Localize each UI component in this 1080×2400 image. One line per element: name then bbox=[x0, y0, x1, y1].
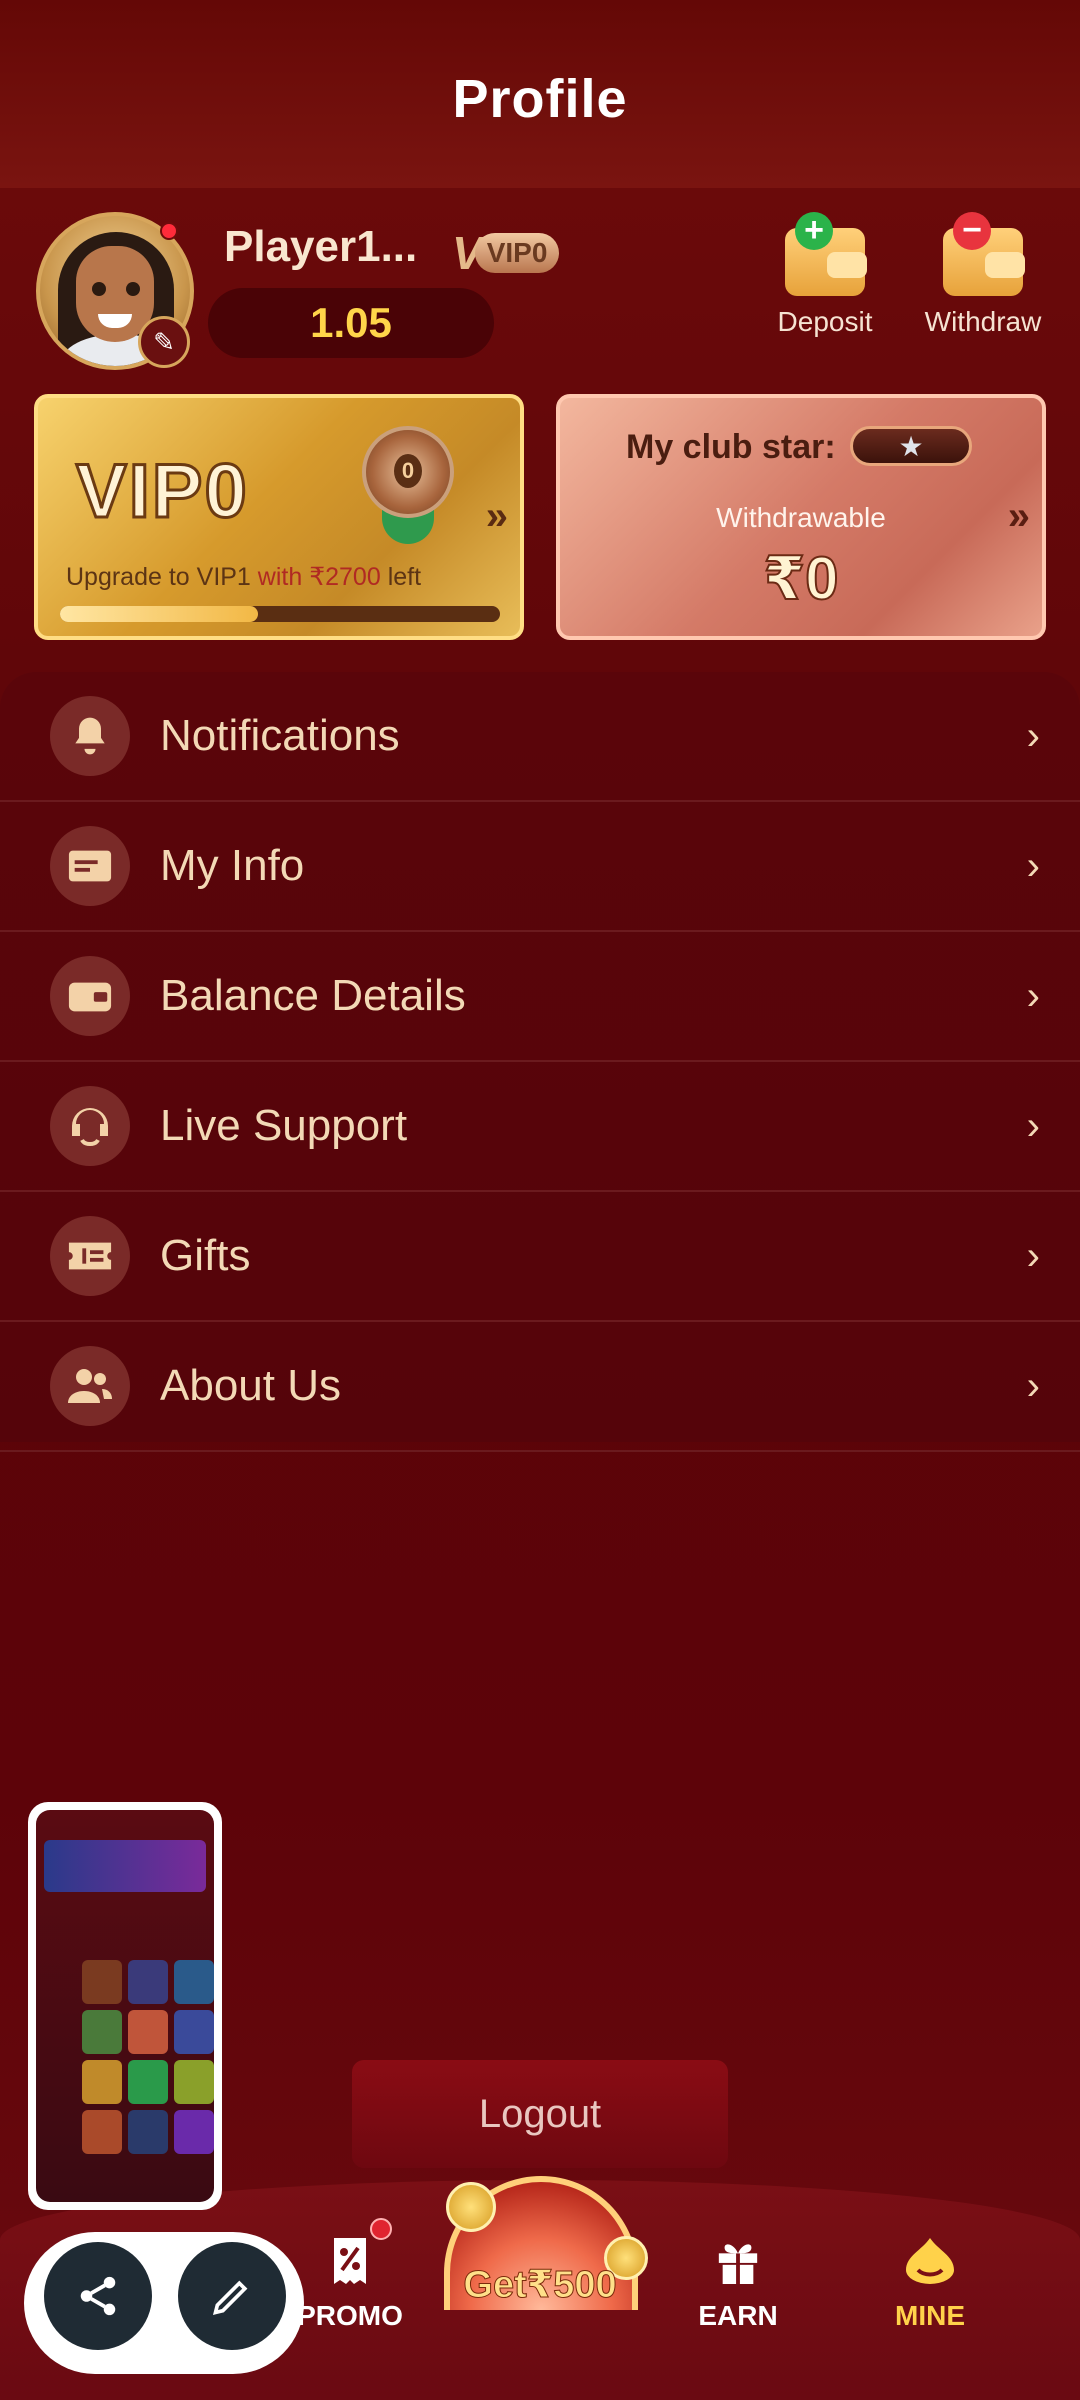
edit-avatar-icon[interactable]: ✎ bbox=[138, 316, 190, 368]
deposit-wallet-icon: + bbox=[785, 212, 867, 296]
screenshot-thumbnail[interactable] bbox=[28, 1802, 222, 2210]
bell-icon bbox=[50, 696, 130, 776]
coin-icon bbox=[446, 2182, 496, 2232]
chevron-right-icon: › bbox=[1026, 843, 1040, 888]
menu-label: Live Support bbox=[160, 1101, 408, 1150]
club-star-card[interactable]: My club star: ★ Withdrawable ₹0 » bbox=[556, 394, 1046, 640]
logout-button[interactable]: Logout bbox=[352, 2060, 728, 2168]
ticket-icon bbox=[50, 1216, 130, 1296]
chevron-right-icon: › bbox=[1026, 1103, 1040, 1148]
vip-progress-bar bbox=[60, 606, 500, 622]
menu-item-about-us[interactable]: About Us › bbox=[0, 1322, 1080, 1452]
header-bar: Profile bbox=[0, 0, 1080, 188]
vip-level-badge: V VIP0 bbox=[452, 227, 584, 279]
nav-label-earn: EARN bbox=[698, 2300, 778, 2331]
chevron-right-icon: › bbox=[1026, 713, 1040, 758]
menu-label: My Info bbox=[160, 841, 305, 890]
deposit-button[interactable]: + Deposit bbox=[750, 212, 900, 338]
double-chevron-icon: » bbox=[485, 494, 508, 538]
withdrawable-amount: ₹0 bbox=[762, 544, 839, 613]
menu-label: Notifications bbox=[160, 711, 400, 760]
withdraw-wallet-icon: − bbox=[943, 212, 1025, 296]
vip-upgrade-text: Upgrade to VIP1 with ₹2700 left bbox=[66, 563, 422, 591]
balance-display: 1.05 bbox=[208, 288, 494, 358]
nav-item-mine[interactable]: MINE bbox=[860, 2236, 1000, 2332]
menu-item-live-support[interactable]: Live Support › bbox=[0, 1062, 1080, 1192]
withdraw-label: Withdraw bbox=[924, 306, 1042, 337]
chevron-right-icon: › bbox=[1026, 973, 1040, 1018]
menu-item-gifts[interactable]: Gifts › bbox=[0, 1192, 1080, 1322]
menu-label: Balance Details bbox=[160, 971, 466, 1020]
nav-label-mine: MINE bbox=[895, 2300, 965, 2331]
promo-badge-dot bbox=[370, 2218, 392, 2240]
chevron-right-icon: › bbox=[1026, 1363, 1040, 1408]
star-icon: ★ bbox=[898, 430, 924, 462]
page-title: Profile bbox=[452, 69, 628, 129]
logout-label: Logout bbox=[478, 2091, 602, 2136]
share-icon bbox=[80, 2276, 116, 2316]
club-star-label: My club star: bbox=[626, 428, 836, 466]
users-icon bbox=[50, 1346, 130, 1426]
vip-progress-fill bbox=[60, 606, 258, 622]
pencil-icon bbox=[212, 2280, 248, 2316]
vip-medal-icon: 0 bbox=[356, 426, 460, 544]
menu-item-balance-details[interactable]: Balance Details › bbox=[0, 932, 1080, 1062]
player-name: Player1... bbox=[224, 222, 418, 271]
thumbnail-preview bbox=[36, 1810, 214, 2202]
menu-item-notifications[interactable]: Notifications › bbox=[0, 672, 1080, 802]
menu-item-my-info[interactable]: My Info › bbox=[0, 802, 1080, 932]
withdrawable-label: Withdrawable bbox=[716, 502, 886, 533]
gift-icon bbox=[668, 2236, 808, 2296]
double-chevron-icon: » bbox=[1007, 494, 1030, 538]
vip-card[interactable]: VIP0 0 » Upgrade to VIP1 with ₹2700 left bbox=[34, 394, 524, 640]
notification-dot bbox=[160, 222, 178, 240]
club-star-rating: ★ bbox=[850, 426, 972, 466]
headset-icon bbox=[50, 1086, 130, 1166]
vip-card-title: VIP0 bbox=[75, 448, 249, 536]
id-card-icon bbox=[50, 826, 130, 906]
withdraw-button[interactable]: − Withdraw bbox=[908, 212, 1058, 338]
chevron-right-icon: › bbox=[1026, 1233, 1040, 1278]
share-button[interactable] bbox=[44, 2242, 152, 2350]
menu-label: Gifts bbox=[160, 1231, 251, 1280]
vip-level-label: VIP0 bbox=[474, 233, 560, 273]
edit-button[interactable] bbox=[178, 2242, 286, 2350]
menu-label: About Us bbox=[160, 1361, 341, 1410]
spin-reward-label[interactable]: Get₹500 bbox=[420, 2262, 660, 2307]
wallet-icon bbox=[50, 956, 130, 1036]
nav-label-promo: PROMO bbox=[297, 2300, 403, 2331]
deposit-label: Deposit bbox=[777, 306, 873, 337]
nav-item-earn[interactable]: EARN bbox=[668, 2236, 808, 2332]
profile-menu: Notifications › My Info › Balance Detail… bbox=[0, 672, 1080, 1452]
balance-amount: 1.05 bbox=[310, 299, 392, 346]
mine-face-icon bbox=[860, 2236, 1000, 2296]
